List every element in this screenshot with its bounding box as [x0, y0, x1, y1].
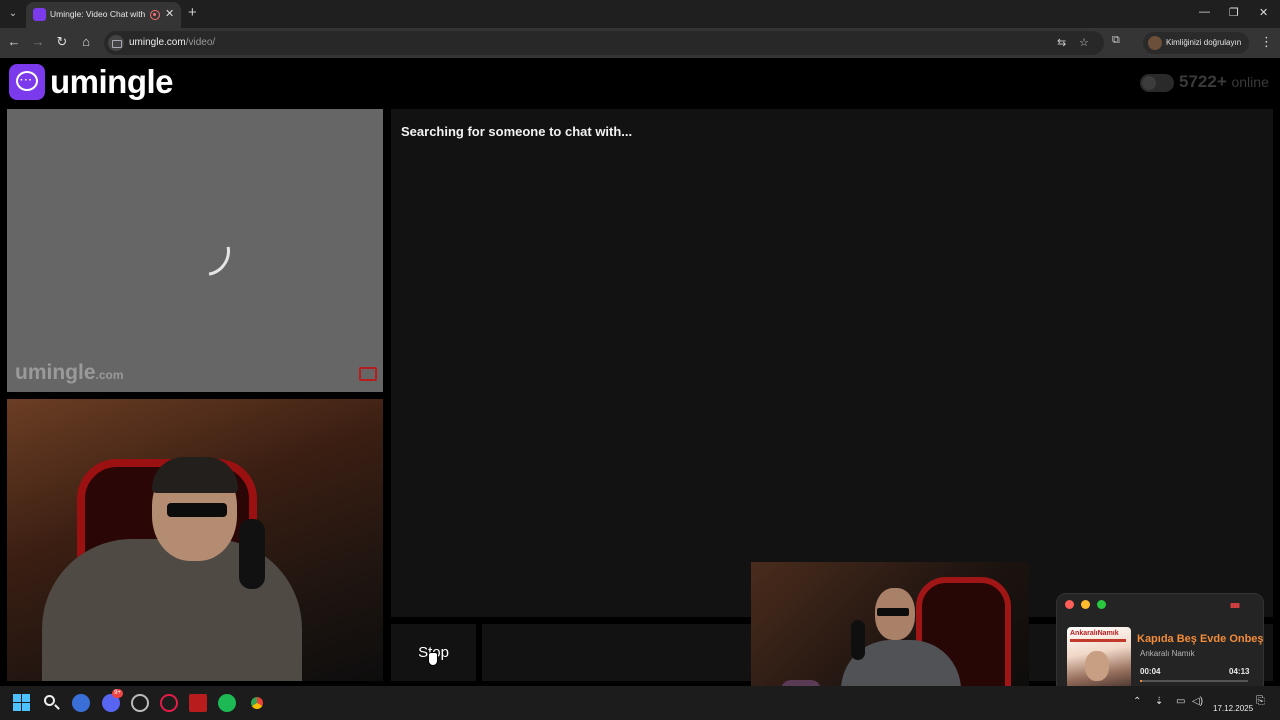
recording-icon — [150, 10, 160, 20]
volume-icon[interactable]: ◁) — [1192, 696, 1203, 707]
search-icon[interactable] — [43, 694, 61, 712]
discord-icon[interactable]: 9+ — [102, 689, 123, 712]
cover-text: AnkaralıNamık — [1070, 630, 1119, 637]
headphones — [152, 457, 238, 493]
forward-button[interactable]: → — [30, 34, 46, 49]
umingle-favicon-icon — [33, 8, 46, 21]
progress-bar[interactable] — [1140, 680, 1248, 682]
track-artist: Ankaralı Namık — [1140, 649, 1195, 658]
microphone — [851, 620, 865, 660]
url-path: /video/ — [185, 37, 216, 48]
minimize-dot-icon[interactable] — [1081, 600, 1090, 609]
equalizer-icon: ıııııı — [1230, 600, 1240, 610]
download-icon[interactable]: ⇣ — [1155, 696, 1163, 707]
dots-glyph: ··· — [20, 75, 33, 86]
tab-search-button[interactable]: ⌄ — [4, 5, 22, 23]
sunglasses — [877, 608, 909, 616]
browser-toolbar: ← → ↻ ⌂ umingle.com/video/ ⇆ ☆ ⧉ Kimliği… — [0, 28, 1280, 58]
windows-taskbar: 9+ ⌃ ⇣ ▭ ◁) 17.12.2025 ⎘ — [0, 686, 1280, 720]
tray-overflow-icon[interactable]: ⌃ — [1133, 696, 1141, 707]
avatar — [1148, 36, 1162, 50]
music-player-widget: ıııııı AnkaralıNamık Kapıda Beş Evde Onb… — [1056, 593, 1264, 701]
network-icon[interactable]: ▭ — [1176, 696, 1185, 707]
chat-panel: Searching for someone to chat with... — [391, 109, 1273, 617]
brand-name[interactable]: umingle — [50, 63, 174, 101]
progress-fill — [1140, 680, 1142, 682]
browser-menu-button[interactable]: ⋮ — [1260, 34, 1273, 50]
video-watermark: umingle.com — [15, 361, 124, 385]
restore-button[interactable]: ❐ — [1229, 6, 1239, 19]
app-icon[interactable] — [72, 694, 90, 712]
flag-icon[interactable] — [359, 367, 377, 381]
notifications-icon[interactable]: ⎘ — [1256, 695, 1265, 708]
discord-badge: 9+ — [112, 689, 123, 698]
cover-portrait — [1085, 651, 1109, 681]
bookmark-star-icon[interactable]: ☆ — [1079, 36, 1089, 49]
sunglasses — [167, 503, 227, 517]
track-title: Kapıda Beş Evde Onbeş — [1137, 633, 1264, 645]
watermark-suffix: .com — [95, 368, 124, 382]
chat-status-text: Searching for someone to chat with... — [401, 124, 633, 139]
maximize-dot-icon[interactable] — [1097, 600, 1106, 609]
windows-start-icon[interactable] — [13, 694, 31, 712]
close-window-button[interactable]: ✕ — [1259, 6, 1268, 19]
spotify-icon[interactable] — [218, 694, 236, 712]
minimize-button[interactable]: — — [1199, 6, 1210, 18]
online-count: 5722+ — [1179, 72, 1227, 91]
time-total: 04:13 — [1229, 667, 1250, 676]
site-info-icon[interactable] — [108, 35, 124, 51]
microphone — [239, 519, 265, 589]
stranger-video: umingle.com — [7, 109, 383, 392]
address-bar[interactable]: umingle.com/video/ ⇆ ☆ — [104, 31, 1104, 55]
app-icon[interactable] — [131, 694, 149, 712]
loading-spinner-icon — [170, 216, 240, 286]
taskbar-date[interactable]: 17.12.2025 — [1213, 704, 1253, 713]
extensions-icon[interactable]: ⧉ — [1112, 34, 1120, 47]
tab-title: Umingle: Video Chat with Strangers — [50, 9, 146, 19]
close-dot-icon[interactable] — [1065, 600, 1074, 609]
profile-label: Kimliğinizi doğrulayın — [1166, 38, 1242, 47]
home-button[interactable]: ⌂ — [78, 34, 94, 49]
back-button[interactable]: ← — [6, 34, 22, 49]
umingle-logo-icon[interactable]: ··· — [9, 64, 45, 100]
url-host: umingle.com — [129, 37, 186, 48]
time-current: 00:04 — [1140, 667, 1161, 676]
watermark-text: umingle — [15, 361, 96, 384]
theme-toggle[interactable] — [1140, 74, 1174, 92]
new-tab-button[interactable]: + — [188, 4, 197, 21]
cover-stripe — [1070, 639, 1126, 642]
browser-tab-umingle[interactable]: Umingle: Video Chat with Strangers ✕ — [26, 2, 181, 28]
url-text[interactable]: umingle.com/video/ — [129, 37, 215, 48]
translate-icon[interactable]: ⇆ — [1057, 36, 1066, 49]
tab-close-icon[interactable]: ✕ — [165, 7, 174, 20]
album-cover: AnkaralıNamık — [1067, 627, 1131, 691]
online-label: online — [1231, 74, 1269, 90]
app-icon[interactable] — [189, 694, 207, 712]
browser-tab-bar: ⌄ Umingle: Video Chat with Strangers ✕ +… — [0, 0, 1280, 28]
opera-gx-icon[interactable] — [160, 694, 178, 712]
reload-button[interactable]: ↻ — [54, 34, 70, 50]
chrome-icon[interactable] — [248, 694, 266, 712]
online-counter: 5722+ online — [1179, 72, 1269, 92]
mouse-cursor-icon — [428, 652, 438, 666]
self-video — [7, 399, 383, 681]
profile-button[interactable]: Kimliğinizi doğrulayın — [1143, 32, 1249, 54]
umingle-page: ··· umingle 5722+ online umingle.com Sea… — [0, 58, 1280, 686]
